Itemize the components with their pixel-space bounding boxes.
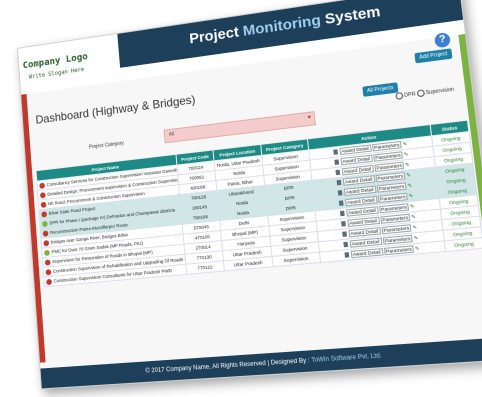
document-icon[interactable] [339,210,345,217]
screenshot-stage: Company Logo Write Slogan Here Project M… [0,0,482,397]
dpr-radio-label: DPR [403,91,416,99]
document-icon[interactable] [341,231,347,238]
status-dot-icon [41,220,48,227]
footer-text: © 2017 Company Name, All Rights Reserved… [145,357,312,375]
status-dot-icon [44,249,50,256]
pencil-icon[interactable]: ✎ [408,193,413,200]
add-project-button[interactable]: Add Project [414,48,453,64]
award-detail-button[interactable]: Award Detail [350,248,384,259]
all-projects-button[interactable]: All Projects [362,82,399,97]
document-icon[interactable] [340,221,346,227]
status-cell: Ongoing [444,237,482,252]
status-dot-icon [39,182,46,189]
app-title-part1: Project [188,23,244,48]
parameters-button[interactable]: Parameters [383,245,415,256]
footer: © 2017 Company Name, All Rights Reserved… [40,337,482,389]
help-icon[interactable]: ? [433,32,451,49]
status-dot-icon [43,239,50,246]
status-dot-icon [46,278,53,285]
status-dot-icon [40,201,47,208]
document-icon[interactable] [342,242,348,248]
app-title: Project Monitoring System [118,0,462,57]
status-dot-icon [42,229,49,237]
pencil-icon[interactable]: ✎ [411,214,416,221]
pencil-icon[interactable]: ✎ [407,183,412,190]
document-icon[interactable] [336,180,341,186]
document-icon[interactable] [337,190,343,196]
company-brand: Company Logo Write Slogan Here [17,33,122,95]
project-category-select[interactable]: All ▾ [163,111,316,144]
dpr-radio[interactable] [395,91,404,100]
app-header: Company Logo Write Slogan Here Project M… [17,0,465,95]
table-body: Consultancy Services for Construction Su… [36,131,482,287]
document-icon[interactable] [335,169,340,176]
project-category-label: Project Category [88,140,125,151]
page-title: Dashboard (Highway & Bridges) [35,92,196,127]
project-code-cell: 770122 [185,260,225,275]
pencil-icon[interactable]: ✎ [404,152,409,159]
pencil-icon[interactable]: ✎ [413,235,418,242]
status-dot-icon [39,191,46,198]
pencil-icon[interactable]: ✎ [402,141,407,148]
document-icon[interactable] [338,200,344,207]
pencil-icon[interactable]: ✎ [412,225,417,232]
status-dot-icon [45,268,52,275]
title-bar: Project Monitoring System [117,0,464,68]
document-icon[interactable] [333,159,339,166]
dashboard-window: Company Logo Write Slogan Here Project M… [17,0,482,390]
pencil-icon[interactable]: ✎ [405,162,410,169]
document-icon[interactable] [332,149,338,156]
supervision-radio[interactable] [416,89,426,98]
status-dot-icon [44,258,51,266]
footer-link[interactable]: ToWin Software Pvt. Ltd. [311,353,382,364]
app-title-part3: System [319,3,382,29]
chevron-down-icon: ▾ [307,114,312,122]
supervision-radio-label: Supervision [425,86,455,97]
app-title-accent: Monitoring [242,11,322,40]
project-category-value: All [168,131,175,138]
pencil-icon[interactable]: ✎ [415,246,420,253]
status-dot-icon [41,210,48,218]
document-icon[interactable] [343,252,349,259]
pencil-icon[interactable]: ✎ [410,204,415,211]
pencil-icon[interactable]: ✎ [406,172,411,179]
category-radio-group: DPR Supervision [395,86,455,100]
